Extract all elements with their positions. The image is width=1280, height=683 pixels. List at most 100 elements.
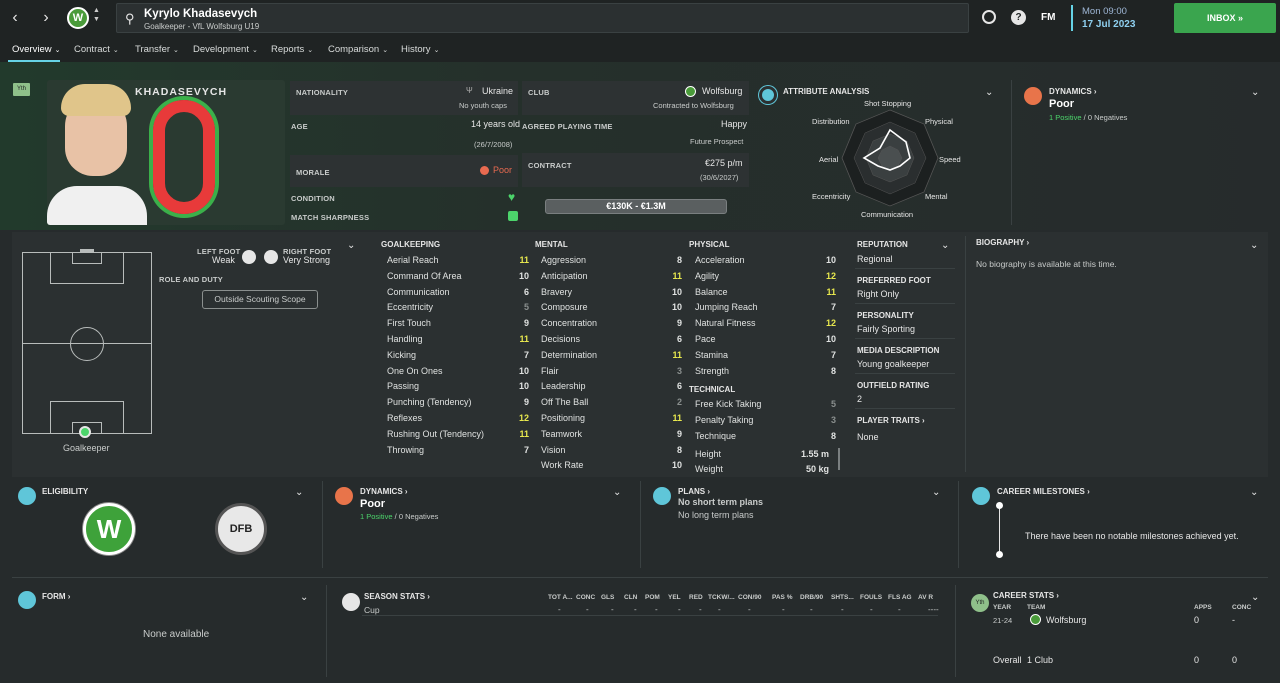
attribute-row[interactable]: Penalty Taking 3	[695, 413, 836, 427]
scrollbar[interactable]	[838, 448, 840, 470]
tab-history[interactable]: History ⌄	[401, 44, 439, 55]
stats-column-header[interactable]: CLN	[624, 594, 637, 601]
attribute-row[interactable]: Jumping Reach 7	[695, 300, 836, 314]
dfb-crest-icon[interactable]: DFB	[215, 503, 267, 555]
attribute-row[interactable]: Pace 10	[695, 332, 836, 346]
attribute-row[interactable]: First Touch 9	[387, 316, 529, 330]
stats-column-header[interactable]: RED	[689, 594, 703, 601]
chevron-down-icon[interactable]: ⌄	[347, 240, 355, 251]
role-duty-button[interactable]: Outside Scouting Scope	[202, 290, 318, 309]
attribute-row[interactable]: Teamwork 9	[541, 427, 682, 441]
milestones-link[interactable]: CAREER MILESTONES ›	[997, 487, 1090, 496]
attribute-row[interactable]: Handling 11	[387, 332, 529, 346]
tab-transfer[interactable]: Transfer ⌄	[135, 44, 179, 55]
attribute-row[interactable]: Determination 11	[541, 348, 682, 362]
chevron-down-icon[interactable]: ⌄	[1251, 87, 1259, 98]
stats-column-header[interactable]: AV R	[918, 594, 933, 601]
attribute-row[interactable]: Anticipation 11	[541, 269, 682, 283]
attribute-row[interactable]: Communication 6	[387, 285, 529, 299]
stats-column-header[interactable]: CON/90	[738, 594, 761, 601]
player-search-bar[interactable]: ⚲ Kyrylo Khadasevych Goalkeeper - VfL Wo…	[116, 3, 969, 33]
attribute-row[interactable]: Work Rate 10	[541, 458, 682, 472]
tab-overview[interactable]: Overview ⌄	[12, 44, 60, 55]
game-date[interactable]: 17 Jul 2023	[1082, 19, 1135, 30]
inbox-button[interactable]: INBOX »	[1174, 3, 1276, 33]
stats-column-header[interactable]: POM	[645, 594, 660, 601]
attribute-row[interactable]: Leadership 6	[541, 379, 682, 393]
attribute-row[interactable]: Passing 10	[387, 379, 529, 393]
attribute-row[interactable]: Concentration 9	[541, 316, 682, 330]
chevron-down-icon[interactable]: ⌄	[1251, 592, 1259, 603]
stats-column-header[interactable]: CONC	[576, 594, 595, 601]
dynamics-link[interactable]: DYNAMICS ›	[360, 487, 408, 496]
forward-arrow-icon[interactable]: ›	[38, 10, 54, 26]
chevron-down-icon[interactable]: ⌄	[613, 487, 621, 498]
chevron-down-icon[interactable]: ⌄	[941, 240, 949, 251]
world-icon[interactable]	[982, 10, 996, 24]
club-crest-icon[interactable]: W	[67, 7, 89, 29]
chevron-down-icon[interactable]: ⌄	[295, 487, 303, 498]
attribute-row[interactable]: Stamina 7	[695, 348, 836, 362]
stats-column-header[interactable]: DRB/90	[800, 594, 823, 601]
tab-development[interactable]: Development ⌄	[193, 44, 258, 55]
attribute-row[interactable]: Composure 10	[541, 300, 682, 314]
attribute-row[interactable]: One On Ones 10	[387, 364, 529, 378]
attribute-row[interactable]: Aerial Reach 11	[387, 253, 529, 267]
back-arrow-icon[interactable]: ‹	[7, 10, 23, 26]
chevron-down-icon[interactable]: ⌄	[300, 592, 308, 603]
form-link[interactable]: FORM ›	[42, 592, 70, 601]
attribute-row[interactable]: Off The Ball 2	[541, 395, 682, 409]
stats-column-header[interactable]: SHTS...	[831, 594, 854, 601]
attribute-row[interactable]: Natural Fitness 12	[695, 316, 836, 330]
tab-contract[interactable]: Contract ⌄	[74, 44, 119, 55]
club-value[interactable]: Wolfsburg	[702, 86, 742, 96]
dynamics-title[interactable]: DYNAMICS ›	[1049, 87, 1097, 96]
attribute-row[interactable]: Command Of Area 10	[387, 269, 529, 283]
attribute-row[interactable]: Decisions 6	[541, 332, 682, 346]
attribute-row[interactable]: Balance 11	[695, 285, 836, 299]
chevron-down-icon[interactable]: ⌄	[985, 87, 993, 98]
tab-comparison[interactable]: Comparison ⌄	[328, 44, 388, 55]
crest-updown-icon[interactable]: ▲ ▼	[93, 6, 100, 24]
stats-column-header[interactable]: GLS	[601, 594, 614, 601]
attribute-row[interactable]: Bravery 10	[541, 285, 682, 299]
attribute-row[interactable]: Free Kick Taking 5	[695, 397, 836, 411]
fm-menu[interactable]: FM	[1041, 12, 1055, 23]
attribute-row[interactable]: Reflexes 12	[387, 411, 529, 425]
goalkeeper-position-marker[interactable]	[79, 426, 91, 438]
stats-column-header[interactable]: FOULS	[860, 594, 882, 601]
nationality-value[interactable]: Ukraine	[482, 86, 513, 96]
chevron-down-icon[interactable]: ⌄	[932, 487, 940, 498]
stats-column-header[interactable]: PAS %	[772, 594, 792, 601]
season-stats-link[interactable]: SEASON STATS ›	[364, 592, 430, 601]
stats-column-header[interactable]: TCKW/...	[708, 594, 735, 601]
wolfsburg-crest-icon[interactable]: W	[83, 503, 135, 555]
chevron-down-icon[interactable]: ⌄	[1250, 240, 1258, 251]
attribute-row[interactable]: Agility 12	[695, 269, 836, 283]
help-icon[interactable]: ?	[1011, 10, 1026, 25]
attribute-row[interactable]: Kicking 7	[387, 348, 529, 362]
attribute-row[interactable]: Vision 8	[541, 443, 682, 457]
tab-reports[interactable]: Reports ⌄	[271, 44, 313, 55]
attribute-row[interactable]: Acceleration 10	[695, 253, 836, 267]
attribute-row[interactable]: Strength 8	[695, 364, 836, 378]
attribute-row[interactable]: Punching (Tendency) 9	[387, 395, 529, 409]
attribute-row[interactable]: Technique 8	[695, 429, 836, 443]
attribute-row[interactable]: Positioning 11	[541, 411, 682, 425]
stats-column-header[interactable]: FLS AG	[888, 594, 912, 601]
stats-column-header[interactable]: TOT A...	[548, 594, 573, 601]
attribute-row[interactable]: Throwing 7	[387, 443, 529, 457]
career-stats-link[interactable]: CAREER STATS ›	[993, 591, 1059, 600]
player-traits-link[interactable]: PLAYER TRAITS ›	[857, 416, 925, 425]
morale-value[interactable]: Poor	[493, 165, 512, 175]
wage-value[interactable]: €275 p/m	[705, 158, 743, 168]
attribute-row[interactable]: Rushing Out (Tendency) 11	[387, 427, 529, 441]
stats-column-header[interactable]: YEL	[668, 594, 681, 601]
career-team[interactable]: Wolfsburg	[1046, 615, 1086, 625]
attribute-row[interactable]: Flair 3	[541, 364, 682, 378]
attribute-row[interactable]: Eccentricity 5	[387, 300, 529, 314]
chevron-down-icon[interactable]: ⌄	[1250, 487, 1258, 498]
attribute-row[interactable]: Aggression 8	[541, 253, 682, 267]
plans-link[interactable]: PLANS ›	[678, 487, 710, 496]
biography-link[interactable]: BIOGRAPHY ›	[976, 238, 1029, 247]
